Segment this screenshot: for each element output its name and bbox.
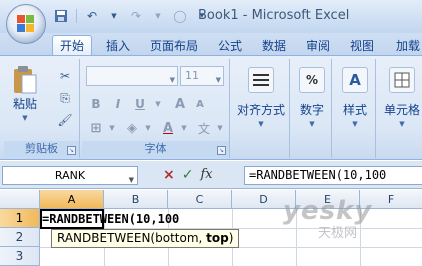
number-label: 数字 xyxy=(299,103,324,117)
ribbon-tab-strip: 开始 插入 页面布局 公式 数据 审阅 视图 加载 xyxy=(0,33,422,55)
qat-separator xyxy=(76,9,77,23)
clipboard-launcher-icon[interactable]: ↘ xyxy=(67,146,76,155)
bold-button[interactable]: B xyxy=(88,95,104,113)
formula-input[interactable]: =RANDBETWEEN(10,100 xyxy=(244,166,422,185)
function-argument-tooltip: RANDBETWEEN(bottom, top) xyxy=(51,229,240,248)
italic-button[interactable]: I xyxy=(110,95,126,113)
cells-dropdown-icon[interactable]: ▼ xyxy=(380,120,422,128)
font-size-combo[interactable]: 11 ▼ xyxy=(180,66,224,86)
name-box-dropdown-icon[interactable]: ▼ xyxy=(129,172,134,189)
redo-dropdown-icon[interactable]: ▼ xyxy=(149,7,167,25)
insert-function-icon[interactable]: fx xyxy=(200,167,212,183)
tooltip-function: RANDBETWEEN(bottom, xyxy=(57,231,207,245)
title-bar: ↶ ▼ ↷ ▼ ◯ ▾ Book1 - Microsoft Excel xyxy=(0,0,422,44)
row-header-3[interactable]: 3 xyxy=(0,247,40,266)
font-color-dropdown-icon[interactable]: ▼ xyxy=(176,119,192,137)
styles-icon: A xyxy=(342,67,368,93)
cells-icon xyxy=(389,67,415,93)
name-box[interactable]: RANK ▼ xyxy=(2,166,138,185)
ribbon: 粘贴 ▼ ✂ ⎘ 🖌 剪贴板 ↘ ▼ 11 ▼ B I U ▼ A A ⊞ ▼ … xyxy=(0,55,422,160)
clipboard-group: 粘贴 ▼ ✂ ⎘ 🖌 剪贴板 ↘ xyxy=(4,59,80,158)
underline-button[interactable]: U xyxy=(132,95,148,113)
paste-label: 粘贴 xyxy=(12,97,37,111)
cells-group: 单元格 ▼ xyxy=(378,59,422,158)
alignment-group: 对齐方式 ▼ xyxy=(232,59,290,158)
formula-bar: RANK ▼ × ✓ fx =RANDBETWEEN(10,100 xyxy=(0,161,422,189)
office-button[interactable] xyxy=(6,4,46,44)
cells-button[interactable]: 单元格 ▼ xyxy=(380,67,422,128)
tab-view[interactable]: 视图 xyxy=(344,35,380,55)
tooltip-current-argument[interactable]: top xyxy=(206,231,229,245)
styles-group: A 样式 ▼ xyxy=(334,59,376,158)
format-painter-icon[interactable]: 🖌 xyxy=(56,111,74,129)
window-title: Book1 - Microsoft Excel xyxy=(198,8,350,23)
styles-button[interactable]: A 样式 ▼ xyxy=(336,67,374,128)
align-lines-icon xyxy=(248,67,274,93)
tab-add-ins[interactable]: 加载 xyxy=(390,35,422,55)
cell-a1-editing-text: =RANDBETWEEN(10,100 xyxy=(42,212,180,226)
number-button[interactable]: % 数字 ▼ xyxy=(294,67,330,128)
tab-data[interactable]: 数据 xyxy=(256,35,292,55)
undo-icon[interactable]: ↶ xyxy=(83,7,101,25)
styles-dropdown-icon[interactable]: ▼ xyxy=(336,120,374,128)
row-header-1[interactable]: 1 xyxy=(0,209,40,228)
tab-insert[interactable]: 插入 xyxy=(100,35,136,55)
yesky-watermark-subtitle: 天极网 xyxy=(318,226,358,241)
tab-page-layout[interactable]: 页面布局 xyxy=(144,35,204,55)
font-color-button[interactable]: A xyxy=(160,119,176,137)
alignment-label: 对齐方式 xyxy=(236,103,285,117)
font-size-value: 11 xyxy=(185,69,199,82)
border-dropdown-icon[interactable]: ▼ xyxy=(104,119,120,137)
tab-home[interactable]: 开始 xyxy=(52,35,92,55)
save-icon[interactable] xyxy=(52,7,70,25)
phonetic-dropdown-icon[interactable]: ▼ xyxy=(212,119,228,137)
tooltip-close-paren: ) xyxy=(228,231,234,245)
alignment-button[interactable]: 对齐方式 ▼ xyxy=(234,67,288,128)
grow-font-button[interactable]: A xyxy=(172,95,188,113)
enter-icon[interactable]: ✓ xyxy=(182,167,194,183)
phonetic-button[interactable]: 文 xyxy=(196,119,212,137)
shrink-font-button[interactable]: A xyxy=(192,95,208,113)
font-name-dropdown-icon[interactable]: ▼ xyxy=(170,71,175,89)
number-group: % 数字 ▼ xyxy=(292,59,332,158)
blank-circle-icon[interactable]: ◯ xyxy=(171,7,189,25)
column-header-b[interactable]: B xyxy=(104,190,168,209)
border-icon[interactable]: ⊞ xyxy=(88,119,104,137)
name-box-value: RANK xyxy=(54,169,86,182)
redo-icon[interactable]: ↷ xyxy=(127,7,145,25)
fill-color-dropdown-icon[interactable]: ▼ xyxy=(140,119,156,137)
undo-dropdown-icon[interactable]: ▼ xyxy=(105,7,123,25)
font-group: ▼ 11 ▼ B I U ▼ A A ⊞ ▼ ◈ ▼ A ▼ 文 ▼ 字体 ↘ xyxy=(82,59,230,158)
font-launcher-icon[interactable]: ↘ xyxy=(217,146,226,155)
percent-icon: % xyxy=(299,67,325,93)
tab-formulas[interactable]: 公式 xyxy=(212,35,248,55)
office-logo-icon xyxy=(17,15,34,32)
cells-label: 单元格 xyxy=(383,103,420,117)
number-dropdown-icon[interactable]: ▼ xyxy=(294,120,330,128)
styles-label: 样式 xyxy=(342,103,367,117)
paste-dropdown-icon[interactable]: ▼ xyxy=(8,114,42,122)
font-name-combo[interactable]: ▼ xyxy=(86,66,178,86)
formula-controls: × ✓ fx xyxy=(163,167,213,183)
row-header-2[interactable]: 2 xyxy=(0,228,40,247)
font-size-dropdown-icon[interactable]: ▼ xyxy=(216,71,221,89)
quick-access-toolbar: ↶ ▼ ↷ ▼ ◯ ▾ xyxy=(52,7,211,25)
fill-color-icon[interactable]: ◈ xyxy=(124,119,140,137)
copy-icon[interactable]: ⎘ xyxy=(56,89,74,107)
cancel-icon[interactable]: × xyxy=(163,167,175,183)
alignment-dropdown-icon[interactable]: ▼ xyxy=(234,120,288,128)
column-header-c[interactable]: C xyxy=(168,190,232,209)
paste-button[interactable]: 粘贴 ▼ xyxy=(8,65,42,122)
paste-icon xyxy=(10,65,40,95)
font-group-label: 字体 xyxy=(82,141,229,157)
underline-dropdown-icon[interactable]: ▼ xyxy=(150,95,166,113)
column-header-a[interactable]: A xyxy=(40,190,104,209)
cut-icon[interactable]: ✂ xyxy=(56,67,74,85)
select-all-corner[interactable] xyxy=(0,190,40,209)
tab-review[interactable]: 审阅 xyxy=(300,35,336,55)
